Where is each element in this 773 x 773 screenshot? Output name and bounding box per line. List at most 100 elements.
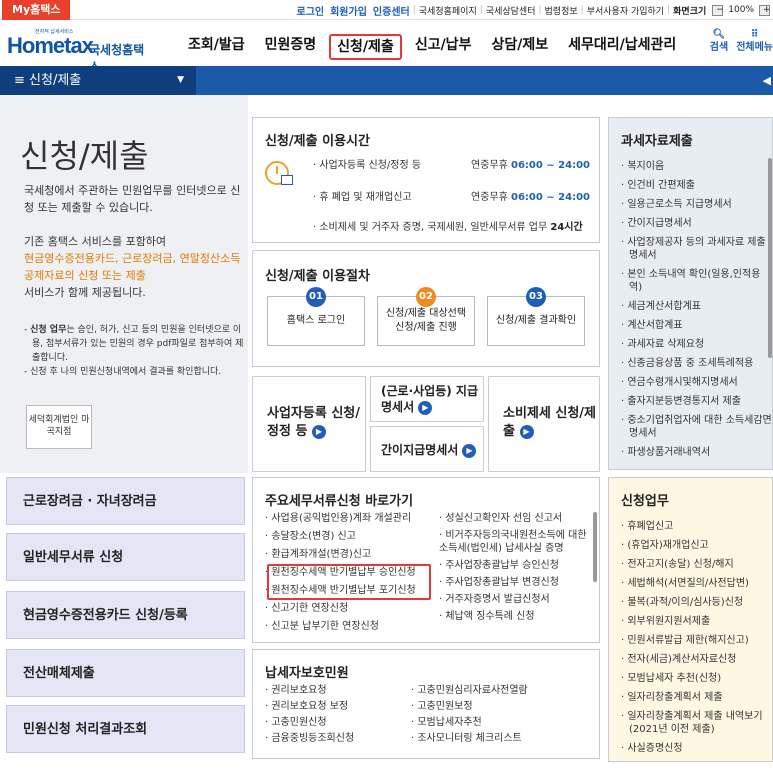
cert-center-link[interactable]: 인증센터 — [370, 3, 413, 18]
note-2: - 신청 후 나의 민원신청내역에서 결과를 확인합니다. — [24, 367, 222, 377]
tax-data-item[interactable]: · 출자지분등변경통지서 제출 — [621, 392, 772, 411]
step-1: 01 홈택스 로그인 — [267, 287, 365, 346]
left-intro-panel: 신청/제출 국세청에서 주관하는 민원업무를 인터넷으로 신청 또는 제출할 수… — [0, 95, 248, 473]
arrow-right-icon: ▶ — [311, 424, 326, 439]
apply-item[interactable]: · 불복(과적/이의/심사등)신청 — [621, 593, 772, 612]
apply-item[interactable]: · 휴폐업신고 — [621, 517, 772, 536]
zoom-in-button[interactable]: + — [759, 4, 771, 16]
tax-data-item[interactable]: · 일용근로소득 지급명세서 — [621, 195, 772, 214]
major-doc-link[interactable]: · 거주자증명서 발급신청서 — [439, 593, 591, 606]
tax-data-item[interactable]: · 본인 소득내역 확인(일용,인적용역) — [621, 265, 772, 297]
tax-data-item[interactable]: · 과세자료 삭제요청 — [621, 335, 772, 354]
zoom-out-button[interactable]: − — [712, 4, 724, 16]
header-icons: 🔍︎ 검색 ⠿ 전체메뉴 — [710, 28, 773, 54]
tax-data-item[interactable]: · 파생상품거래내역서 — [621, 443, 772, 462]
time-row-time: 24시간 — [550, 222, 583, 233]
menu-certificate[interactable]: 민원증명 — [255, 34, 327, 60]
consumption-tax-button[interactable]: 소비제세 신청/제출 ▶ — [488, 376, 600, 472]
taxpayer-protect-title: 납세자보호민원 — [265, 666, 349, 681]
time-row-1-time: 연중무휴 06:00 ~ 24:00 — [471, 156, 590, 171]
search-button[interactable]: 🔍︎ 검색 — [710, 28, 728, 54]
link-label: 권리보호요청 — [271, 685, 327, 696]
apply-item[interactable]: · 일자리창출계획서 제출 내역보기 (2021년 이전 제출) — [621, 707, 772, 739]
apply-item[interactable]: · 전자고지(송달) 신청/해지 — [621, 555, 772, 574]
tax-data-item[interactable]: · 사업장제공자 등의 과세자료 제출명세서 — [621, 233, 772, 265]
tax-data-item[interactable]: · 연금수령개시및해지명세서 — [621, 373, 772, 392]
section-selector[interactable]: ≡ 신청/제출 ▼ — [0, 66, 196, 95]
arrow-right-icon: ▶ — [462, 443, 477, 458]
apply-item[interactable]: · 일자리창출계획서 제출 — [621, 688, 772, 707]
menu-agent[interactable]: 세무대리/납세관리 — [558, 34, 686, 60]
dept-join-link[interactable]: 부서사용자 가입하기 — [584, 4, 667, 17]
major-doc-link[interactable]: · 주사업장총괄납부 변경신청 — [439, 576, 591, 589]
media-submit-button[interactable]: 전산매체제출 — [6, 649, 245, 697]
apply-item[interactable]: · 사실증명신청 — [621, 739, 772, 758]
major-doc-link[interactable]: · 신고기한 연장신청 — [265, 602, 443, 615]
major-doc-link[interactable]: · 체납액 징수특례 신청 — [439, 610, 591, 623]
apply-item[interactable]: · 외부위원지원서제출 — [621, 612, 772, 631]
major-doc-link[interactable]: · 주사업장총괄납부 승인신청 — [439, 559, 591, 572]
tax-data-item[interactable]: · 인건비 간편제출 — [621, 176, 772, 195]
tax-data-item[interactable]: · 신종금융상품 중 조세특례적용 — [621, 354, 772, 373]
nav-more-icon[interactable]: ◀ — [763, 66, 771, 95]
hometax-logo[interactable]: 전자적 납세서비스 Hometax 국세청홈택스 — [7, 28, 155, 74]
apply-item[interactable]: · 민원서류발급 제한(해지신고) — [621, 631, 772, 650]
protect-link[interactable]: · 모범납세자추천 — [411, 716, 581, 729]
search-label: 검색 — [709, 42, 729, 53]
menu-apply-submit[interactable]: 신청/제출 — [329, 34, 402, 60]
all-menu-button[interactable]: ⠿ 전체메뉴 — [736, 28, 773, 54]
link-label: 거주자증명서 발급신청서 — [445, 594, 550, 605]
simple-statement-button[interactable]: 간이지급명세서 ▶ — [370, 426, 484, 472]
protect-link[interactable]: · 고충민원신청 — [265, 716, 415, 729]
site-header: 전자적 납세서비스 Hometax 국세청홈택스 조회/발급 민원증명 신청/제… — [0, 20, 773, 74]
protect-link[interactable]: · 금융중빙등조회신청 — [265, 732, 415, 745]
major-docs-title: 주요세무서류신청 바로가기 — [265, 494, 414, 509]
apply-item[interactable]: · 모범납세자 추천(신청) — [621, 669, 772, 688]
law-info-link[interactable]: 법령정보 — [542, 4, 581, 17]
general-tax-docs-button[interactable]: 일반세무서류 신청 — [6, 533, 245, 581]
link-label: 주사업장총괄납부 승인신청 — [445, 560, 559, 571]
major-doc-link[interactable]: · 성실신고확인자 선임 신고서 — [439, 512, 591, 525]
scrollbar[interactable] — [593, 512, 597, 582]
tax-data-item[interactable]: · 중소기업취업자에 대한 소득세감면명세서 — [621, 411, 772, 443]
page-title: 신청/제출 — [20, 137, 149, 175]
login-link[interactable]: 로그인 — [294, 3, 328, 18]
protect-link[interactable]: · 고충민원심리자료사전열람 — [411, 684, 581, 697]
tax-data-item[interactable]: · 간이지급명세서 — [621, 214, 772, 233]
protect-col1: · 권리보호요청 · 권리보호요청 보정 · 고충민원신청 · 금융중빙등조회신청 — [265, 684, 415, 748]
tax-data-item[interactable]: · 복지이음 — [621, 157, 772, 176]
major-doc-link[interactable]: · 송달장소(변경) 신고 — [265, 530, 443, 543]
major-doc-link[interactable]: · 사업용(공익법인용)계좌 개설관리 — [265, 512, 443, 525]
zoom-label: 화면크기 — [673, 6, 707, 17]
scrollbar[interactable] — [768, 158, 772, 358]
consult-center-link[interactable]: 국세상담센터 — [483, 4, 539, 17]
join-link[interactable]: 회원가입 — [327, 3, 370, 18]
menu-consult[interactable]: 상담/제보 — [481, 34, 558, 60]
apply-item[interactable]: · (휴업자)재개업신고 — [621, 536, 772, 555]
tax-data-item[interactable]: · 계산서합계표 — [621, 316, 772, 335]
withholding-statement-button[interactable]: (근로·사업등) 지급명세서 ▶ — [370, 376, 484, 422]
intro2-a: 기존 홈택스 서비스를 포함하여 — [24, 235, 167, 248]
tax-data-item[interactable]: · 세금계산서합계표 — [621, 297, 772, 316]
protect-link[interactable]: · 조사모니터링 체크리스트 — [411, 732, 581, 745]
menu-inquiry[interactable]: 조회/발급 — [178, 34, 255, 60]
protect-link[interactable]: · 권리보호요청 — [265, 684, 415, 697]
cash-receipt-card-button[interactable]: 현금영수증전용카드 신청/등록 — [6, 591, 245, 639]
arrow-right-icon: ▶ — [519, 424, 534, 439]
protect-link[interactable]: · 권리보호요청 보정 — [265, 700, 415, 713]
apply-item[interactable]: · 전자(세금)계산서자료신청 — [621, 650, 772, 669]
work-incentive-button[interactable]: 근로장려금 · 자녀장려금 — [6, 477, 245, 525]
section-selector-label: ≡ 신청/제출 — [14, 73, 82, 88]
nts-home-link[interactable]: 국세청홈페이지 — [416, 4, 480, 17]
my-hometax-badge[interactable]: My홈택스 — [2, 0, 71, 20]
result-inquiry-button[interactable]: 민원신청 처리결과조회 — [6, 705, 245, 753]
protect-link[interactable]: · 고충민원보정 — [411, 700, 581, 713]
major-doc-link[interactable]: · 환급계좌개설(변경)신고 — [265, 548, 443, 561]
top-utility-bar: My홈택스 로그인 회원가입 인증센터 | 국세청홈페이지 | 국세상담센터 |… — [0, 0, 773, 20]
major-doc-link[interactable]: · 비거주자등의국내원천소득에 대한 소득세(법인세) 납세사실 증명 — [439, 529, 591, 555]
apply-item[interactable]: · 세법해석(서면질의/사전답변) — [621, 574, 772, 593]
menu-report-pay[interactable]: 신고/납부 — [405, 34, 482, 60]
zoom-control: − 100% + — [709, 4, 773, 16]
biz-registration-button[interactable]: 사업자등록 신청/정정 등 ▶ — [252, 376, 366, 472]
major-doc-link[interactable]: · 신고분 납부기한 연장신청 — [265, 620, 443, 633]
